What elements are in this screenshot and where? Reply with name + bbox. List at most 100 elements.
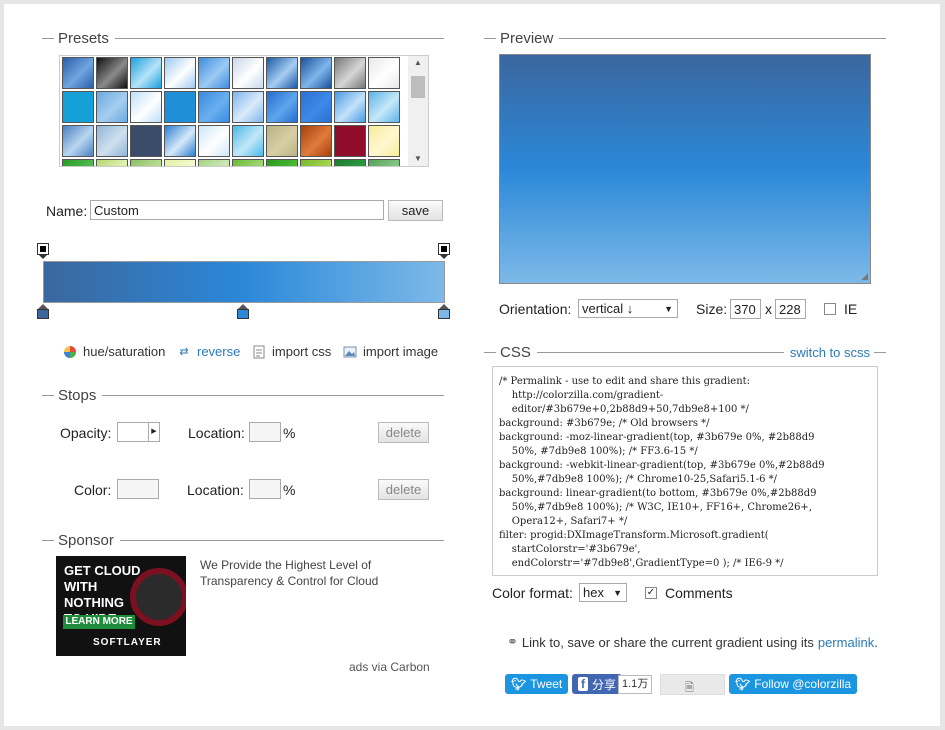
follow-button[interactable]: 🐦︎ Follow @colorzilla (729, 674, 858, 694)
facebook-icon: f (578, 677, 588, 691)
hue-saturation-label: hue/saturation (83, 344, 166, 359)
hue-saturation-button[interactable]: hue/saturation (62, 344, 165, 359)
preset-swatch[interactable] (164, 57, 196, 89)
ad-brand-logo: SOFTLAYER (93, 637, 162, 648)
preset-swatch[interactable] (334, 91, 366, 123)
switch-to-scss-link[interactable]: switch to scss (790, 345, 870, 360)
ad-learn-more[interactable]: LEARN MORE (63, 615, 135, 629)
preset-swatch[interactable] (368, 91, 400, 123)
preset-swatch[interactable] (232, 91, 264, 123)
import-image-button[interactable]: import image (342, 344, 438, 359)
preset-swatch[interactable] (300, 125, 332, 157)
chevron-down-icon: ▼ (664, 303, 673, 314)
comments-checkbox[interactable]: ✓ (645, 587, 657, 599)
stops-title: Stops (58, 386, 97, 404)
css-code-output[interactable]: /* Permalink - use to edit and share thi… (492, 366, 878, 576)
preset-swatch[interactable] (232, 125, 264, 157)
preset-swatch[interactable] (368, 57, 400, 89)
preset-swatch[interactable] (96, 159, 128, 166)
color-location-input (249, 479, 281, 499)
preset-swatch[interactable] (62, 57, 94, 89)
color-stop-100[interactable] (438, 304, 450, 320)
opacity-label: Opacity: (60, 425, 112, 441)
name-input[interactable] (90, 200, 384, 220)
preset-swatch[interactable] (164, 159, 196, 166)
preset-swatch[interactable] (198, 57, 230, 89)
ie-label: IE (844, 301, 858, 317)
opacity-input: ▶ (117, 422, 160, 442)
import-image-label: import image (363, 344, 439, 359)
preset-swatch[interactable] (130, 57, 162, 89)
facebook-share-button[interactable]: f 分享 (572, 674, 623, 694)
save-button[interactable]: save (388, 200, 443, 221)
presets-scrollbar[interactable]: ▲ ▼ (408, 56, 428, 166)
preset-swatch[interactable] (232, 159, 264, 166)
preview-height-input[interactable] (775, 299, 806, 319)
presets-title: Presets (58, 29, 109, 47)
sponsor-ad-text[interactable]: We Provide the Highest Level of Transpar… (200, 557, 400, 589)
preset-swatch[interactable] (266, 159, 298, 166)
scroll-thumb[interactable] (411, 76, 425, 98)
reverse-button[interactable]: ⇄ reverse (176, 344, 240, 359)
tweet-button[interactable]: 🐦︎ Tweet (505, 674, 569, 694)
preset-swatch[interactable] (198, 159, 230, 166)
permalink-link[interactable]: permalink (818, 635, 874, 650)
preset-swatch[interactable] (300, 159, 332, 166)
orientation-select[interactable]: vertical ↓ ▼ (578, 299, 678, 318)
scroll-up-icon[interactable]: ▲ (408, 56, 428, 70)
import-css-button[interactable]: import css (251, 344, 331, 359)
preset-swatch[interactable] (198, 125, 230, 157)
preset-swatch[interactable] (300, 91, 332, 123)
twitter-follow-icon: 🐦︎ (735, 677, 751, 691)
preview-width-input[interactable] (730, 299, 761, 319)
css-section-title: CSS switch to scss (484, 342, 886, 362)
preset-swatch[interactable] (368, 159, 400, 166)
preset-swatch[interactable] (96, 91, 128, 123)
ads-via-carbon[interactable]: ads via Carbon (349, 660, 430, 674)
comments-label: Comments (665, 585, 733, 601)
preset-swatch[interactable] (164, 125, 196, 157)
preset-swatch[interactable] (130, 125, 162, 157)
preset-swatch[interactable] (62, 159, 94, 166)
preset-swatch[interactable] (334, 159, 366, 166)
preset-swatch[interactable] (62, 91, 94, 123)
preset-swatch[interactable] (266, 125, 298, 157)
opacity-location-label: Location: (188, 425, 245, 441)
scroll-down-icon[interactable]: ▼ (408, 152, 428, 166)
color-format-select[interactable]: hex ▼ (579, 583, 627, 602)
permalink-text: Link to, save or share the current gradi… (521, 634, 814, 650)
follow-label: Follow @colorzilla (754, 677, 852, 691)
preset-swatch[interactable] (130, 159, 162, 166)
preset-swatch[interactable] (164, 91, 196, 123)
color-stop-0[interactable] (37, 304, 49, 320)
delete-opacity-stop-button[interactable]: delete (378, 422, 429, 443)
preset-swatch[interactable] (62, 125, 94, 157)
preset-swatch[interactable] (96, 125, 128, 157)
preset-swatch[interactable] (334, 125, 366, 157)
gradient-bar[interactable] (43, 261, 445, 303)
preset-swatch[interactable] (266, 91, 298, 123)
preset-swatch[interactable] (96, 57, 128, 89)
import-css-label: import css (272, 344, 332, 359)
delete-color-stop-button[interactable]: delete (378, 479, 429, 500)
preset-swatch[interactable] (300, 57, 332, 89)
resize-grip-icon[interactable]: ◢ (858, 271, 868, 281)
gradient-editor-panel: Presets ▲ ▼ Name: save hue/saturation ⇄ … (4, 4, 940, 726)
preset-swatch[interactable] (232, 57, 264, 89)
color-stop-50[interactable] (237, 304, 249, 320)
presets-panel: ▲ ▼ (59, 55, 429, 167)
preset-swatch[interactable] (130, 91, 162, 123)
preset-swatch[interactable] (334, 57, 366, 89)
opacity-stop-right[interactable] (438, 243, 450, 259)
preview-section-title: Preview (484, 28, 886, 48)
preset-swatch[interactable] (266, 57, 298, 89)
opacity-percent: % (283, 425, 296, 441)
sponsor-ad-image[interactable]: GET CLOUD WITH NOTHING TO HIDE. LEARN MO… (56, 556, 186, 656)
opacity-location-input (249, 422, 281, 442)
preset-swatch[interactable] (198, 91, 230, 123)
preset-swatch[interactable] (368, 125, 400, 157)
ie-checkbox[interactable] (824, 303, 836, 315)
opacity-stop-left[interactable] (37, 243, 49, 259)
gradient-preview: ◢ (499, 54, 871, 284)
sponsor-section-title: Sponsor (42, 530, 444, 550)
